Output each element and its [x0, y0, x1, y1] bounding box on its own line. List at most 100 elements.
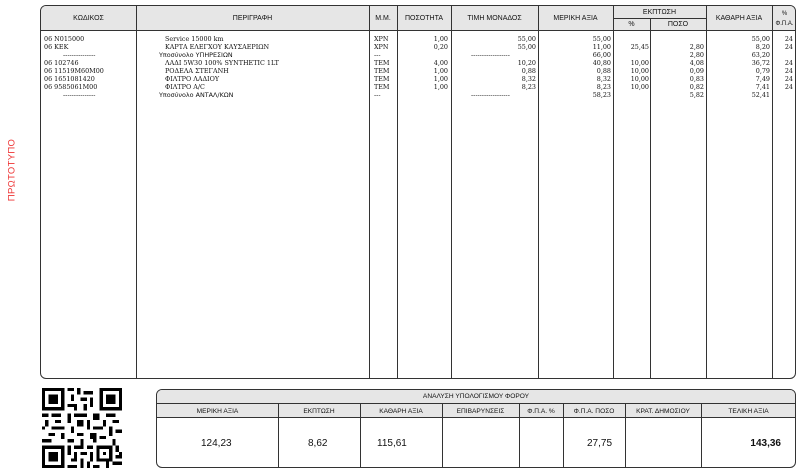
cell-unit-price: ------------------	[471, 51, 510, 59]
cell-code: 06 N015000	[44, 35, 85, 43]
tax-value-net: 115,61	[377, 437, 407, 449]
cell-partial-value: 40,80	[592, 59, 611, 67]
cell-unit: ΤΕΜ	[374, 67, 390, 75]
discount-subheader-divider	[650, 18, 651, 31]
tax-header-vat-amount: Φ.Π.Α. ΠΟΣΟ	[573, 407, 615, 415]
col-header-code: ΚΩΔΙΚΟΣ	[73, 15, 104, 22]
cell-discount-amount: 2,80	[689, 43, 704, 51]
table-row: 06 11519M60M00 ΡΟΔΕΛΑ ΣΤΕΓΑΝΗ ΤΕΜ 1,00 0…	[41, 67, 795, 75]
tax-header-discount: ΕΚΠΤΩΣΗ	[303, 407, 335, 415]
table-row: 06 1651081420 ΦΙΛΤΡΟ ΛΑΔΙΟΥ ΤΕΜ 1,00 8,3…	[41, 75, 795, 83]
col-header-description: ΠΕΡΙΓΡΑΦΗ	[232, 15, 273, 22]
cell-discount-amount: 5,82	[689, 91, 704, 99]
cell-partial-value: 11,00	[592, 43, 611, 51]
cell-net-value: 7,49	[755, 75, 770, 83]
table-header: ΚΩΔΙΚΟΣ ΠΕΡΙΓΡΑΦΗ Μ.Μ. ΠΟΣΟΤΗΤΑ ΤΙΜΗ ΜΟΝ…	[41, 6, 795, 31]
cell-unit-price: 55,00	[517, 43, 536, 51]
tax-header-surcharges: ΕΠΙΒΑΡΥΝΣΕΙΣ	[456, 407, 505, 415]
table-row: 06 102746 ΛΑΔΙ 5W30 100% SYNTHETIC 1LT Τ…	[41, 59, 795, 67]
col-header-vat-label: Φ.Π.Α.	[775, 20, 794, 27]
cell-unit: ΧΡΝ	[374, 43, 389, 51]
cell-vat: 24	[784, 75, 793, 83]
cell-code: 06 102746	[44, 59, 79, 67]
cell-discount-amount: 0,82	[689, 83, 704, 91]
cell-partial-value: 58,23	[592, 91, 611, 99]
cell-description: ΡΟΔΕΛΑ ΣΤΕΓΑΝΗ	[165, 67, 229, 75]
cell-unit-price: 10,20	[517, 59, 536, 67]
col-header-discount-pct: %	[628, 21, 635, 28]
tax-col-divider	[625, 404, 626, 467]
cell-code: 06 1651081420	[44, 75, 95, 83]
cell-description: Υποσύνολο ΥΠΗΡΕΣΙΩΝ	[159, 51, 233, 59]
cell-unit: ΧΡΝ	[374, 35, 389, 43]
cell-discount-amount: 0,83	[689, 75, 704, 83]
cell-code: ---------------	[63, 91, 96, 99]
cell-unit: ΤΕΜ	[374, 59, 390, 67]
cell-description: Υποσύνολο ΑΝΤΑΛ/ΚΩΝ	[159, 91, 234, 99]
cell-partial-value: 66,00	[592, 51, 611, 59]
cell-code: 06 9585061M00	[44, 83, 98, 91]
subtotal-row: --------------- Υποσύνολο ΑΝΤΑΛ/ΚΩΝ --- …	[41, 91, 795, 99]
cell-unit-price: 55,00	[517, 35, 536, 43]
col-header-unit-price: ΤΙΜΗ ΜΟΝΑΔΟΣ	[467, 15, 522, 22]
cell-discount-amount: 4,08	[689, 59, 704, 67]
cell-quantity: 4,00	[433, 59, 448, 67]
tax-value-total: 143,36	[750, 437, 781, 449]
cell-vat: 24	[784, 83, 793, 91]
tax-col-divider	[701, 404, 702, 467]
cell-vat: 24	[784, 67, 793, 75]
tax-col-divider	[360, 404, 361, 467]
cell-discount-amount: 0,09	[689, 67, 704, 75]
cell-unit-price: 0,88	[521, 67, 536, 75]
cell-unit-price: ------------------	[471, 91, 510, 99]
cell-vat: 24	[784, 59, 793, 67]
cell-net-value: 63,20	[751, 51, 770, 59]
cell-discount-amount: 2,80	[689, 51, 704, 59]
cell-unit: ΤΕΜ	[374, 83, 390, 91]
cell-partial-value: 0,88	[596, 67, 611, 75]
cell-discount-pct: 10,00	[630, 59, 649, 67]
col-header-partial-value: ΜΕΡΙΚΗ ΑΞΙΑ	[553, 15, 598, 22]
tax-header-total: ΤΕΛΙΚΗ ΑΞΙΑ	[728, 407, 769, 415]
table-row: 06 N015000 Service 15000 km ΧΡΝ 1,00 55,…	[41, 35, 795, 43]
cell-unit: ---	[374, 51, 381, 59]
cell-partial-value: 8,23	[596, 83, 611, 91]
cell-discount-pct: 10,00	[630, 67, 649, 75]
cell-description: Service 15000 km	[165, 35, 224, 43]
discount-header-divider	[613, 18, 706, 19]
cell-partial-value: 8,32	[596, 75, 611, 83]
subtotal-row: --------------- Υποσύνολο ΥΠΗΡΕΣΙΩΝ --- …	[41, 51, 795, 59]
cell-description: ΦΙΛΤΡΟ ΛΑΔΙΟΥ	[165, 75, 220, 83]
table-row: 06 9585061M00 ΦΙΛΤΡΟ A/C ΤΕΜ 1,00 8,23 8…	[41, 83, 795, 91]
cell-code: 06 ΚΕΚ	[44, 43, 69, 51]
original-stamp: ΠΡΩΤΟΤΥΠΟ	[6, 138, 18, 202]
qr-code-image	[42, 388, 122, 468]
col-header-net-value: ΚΑΘΑΡΗ ΑΞΙΑ	[715, 15, 763, 22]
cell-unit-price: 8,32	[521, 75, 536, 83]
tax-col-divider	[519, 404, 520, 467]
cell-discount-pct: 10,00	[630, 83, 649, 91]
tax-col-divider	[563, 404, 564, 467]
col-header-discount: ΕΚΠΤΩΣΗ	[642, 8, 677, 16]
cell-description: ΦΙΛΤΡΟ A/C	[165, 83, 205, 91]
cell-vat: 24	[784, 35, 793, 43]
table-row: 06 ΚΕΚ ΚΑΡΤΑ ΕΛΕΓΧΟΥ ΚΑΥΣΑΕΡΙΩΝ ΧΡΝ 0,20…	[41, 43, 795, 51]
cell-net-value: 7,41	[755, 83, 770, 91]
cell-unit-price: 8,23	[521, 83, 536, 91]
tax-analysis-title: ΑΝΑΛΥΣΗ ΥΠΟΛΟΓΙΣΜΟΥ ΦΟΡΟΥ	[157, 390, 795, 404]
cell-quantity: 1,00	[433, 35, 448, 43]
tax-value-vat-amount: 27,75	[587, 437, 613, 449]
cell-discount-pct: 10,00	[630, 75, 649, 83]
cell-unit: ---	[374, 91, 381, 99]
tax-value-discount: 8,62	[308, 437, 328, 449]
tax-header-row: ΜΕΡΙΚΗ ΑΞΙΑ ΕΚΠΤΩΣΗ ΚΑΘΑΡΗ ΑΞΙΑ ΕΠΙΒΑΡΥΝ…	[157, 404, 795, 418]
col-header-unit: Μ.Μ.	[375, 15, 391, 22]
cell-description: ΛΑΔΙ 5W30 100% SYNTHETIC 1LT	[165, 59, 279, 67]
col-header-discount-amount: ΠΟΣΟ	[667, 21, 689, 28]
cell-code: ---------------	[63, 51, 96, 59]
tax-header-net: ΚΑΘΑΡΗ ΑΞΙΑ	[379, 407, 423, 415]
col-header-quantity: ΠΟΣΟΤΗΤΑ	[404, 15, 444, 22]
tax-header-withholding: ΚΡΑΤ. ΔΗΜΟΣΙΟΥ	[636, 407, 690, 415]
cell-net-value: 36,72	[751, 59, 770, 67]
cell-net-value: 55,00	[751, 35, 770, 43]
